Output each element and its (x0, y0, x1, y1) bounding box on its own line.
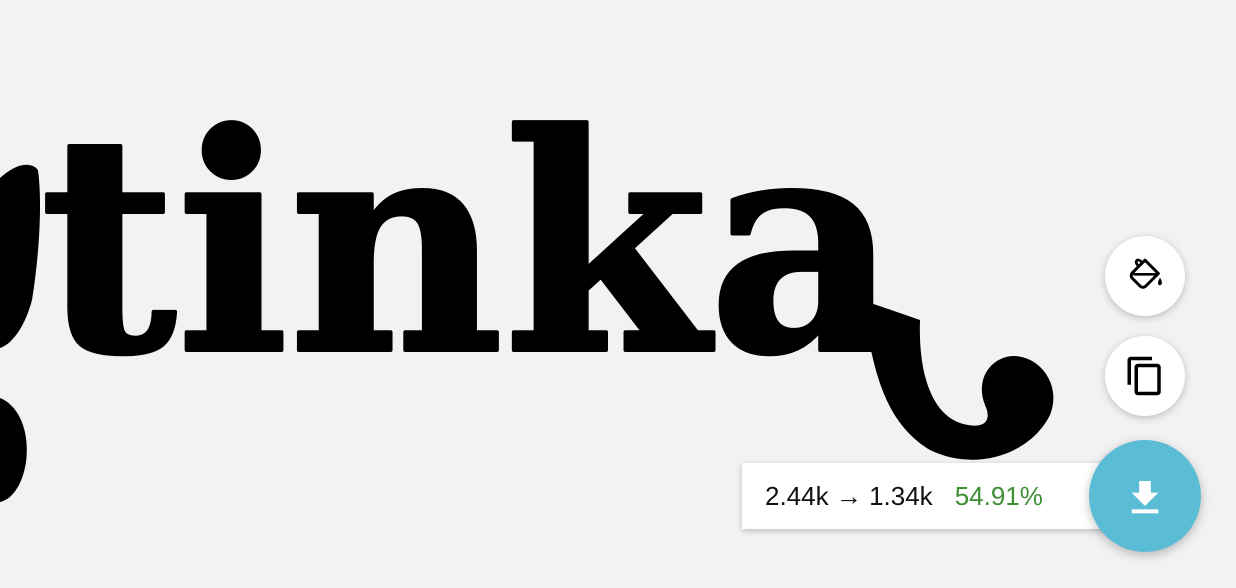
fill-background-button[interactable] (1105, 236, 1185, 316)
download-icon (1131, 481, 1159, 514)
copy-button[interactable] (1105, 336, 1185, 416)
glyph-fragment-bottom (0, 398, 27, 502)
saving-percentage: 54.91% (954, 480, 1043, 511)
glyph-swash-tail (862, 300, 1054, 460)
logo-word: tinka (40, 68, 900, 421)
glyph-fragment-top (0, 164, 40, 348)
size-change: 2.44k → 1.34k (765, 481, 933, 512)
copy-icon (1127, 356, 1161, 396)
size-comparison-panel: 2.44k → 1.34k 54.91% (742, 463, 1124, 529)
optimized-size: 1.34k (869, 480, 933, 511)
download-button[interactable] (1089, 440, 1201, 552)
paint-bucket-icon (1129, 258, 1162, 289)
original-size: 2.44k (765, 480, 829, 511)
arrow-icon: → (835, 480, 862, 511)
